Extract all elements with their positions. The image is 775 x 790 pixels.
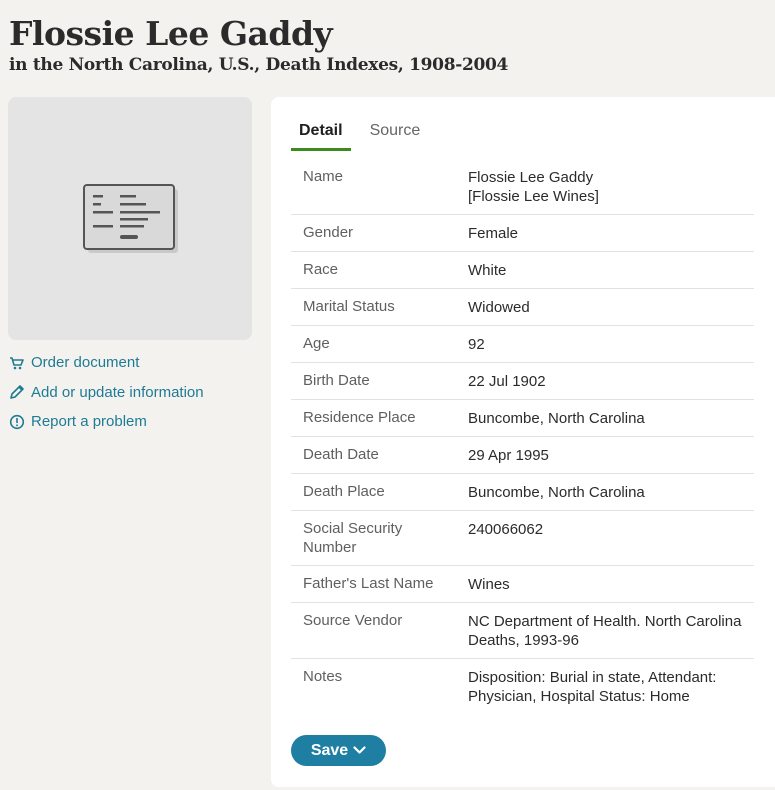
document-card-icon <box>83 183 178 253</box>
detail-label: Father's Last Name <box>303 575 434 592</box>
detail-tabs: Detail Source <box>291 115 439 151</box>
record-thumbnail[interactable] <box>8 97 252 340</box>
save-button[interactable]: Save <box>291 735 386 766</box>
detail-value: NC Department of Health. North Carolina … <box>468 613 742 649</box>
detail-label: Birth Date <box>303 372 370 389</box>
detail-row: Death Date 29 Apr 1995 <box>291 437 754 474</box>
detail-label: Age <box>303 335 330 352</box>
detail-value: 92 <box>468 336 485 353</box>
detail-value: Buncombe, North Carolina <box>468 410 645 427</box>
detail-value: Wines <box>468 576 510 593</box>
pencil-icon <box>9 384 25 400</box>
detail-label: Marital Status <box>303 298 395 315</box>
tab-detail[interactable]: Detail <box>291 115 351 151</box>
chevron-down-icon <box>353 746 366 755</box>
detail-row: Marital Status Widowed <box>291 289 754 326</box>
cart-icon <box>9 355 25 371</box>
detail-value: Flossie Lee Gaddy [Flossie Lee Wines] <box>468 169 599 205</box>
save-label: Save <box>310 741 349 759</box>
add-update-info-link[interactable]: Add or update information <box>9 378 204 408</box>
order-document-link[interactable]: Order document <box>9 348 204 378</box>
record-detail-panel: Detail Source Name Flossie Lee Gaddy [Flo… <box>271 97 775 787</box>
detail-row: Name Flossie Lee Gaddy [Flossie Lee Wines… <box>291 159 754 215</box>
detail-label: Death Place <box>303 483 385 500</box>
report-problem-label: Report a problem <box>31 413 147 431</box>
collection-subtitle: in the North Carolina, U.S., Death Index… <box>9 55 509 75</box>
detail-value: Buncombe, North Carolina <box>468 484 645 501</box>
detail-row: Social Security Number 240066062 <box>291 511 754 566</box>
detail-row: Age 92 <box>291 326 754 363</box>
detail-value: 22 Jul 1902 <box>468 373 546 390</box>
detail-row: Birth Date 22 Jul 1902 <box>291 363 754 400</box>
detail-row: Father's Last Name Wines <box>291 566 754 603</box>
detail-value: White <box>468 262 507 279</box>
detail-label: Name <box>303 168 344 185</box>
detail-label: Notes <box>303 668 343 685</box>
detail-value: 240066062 <box>468 521 544 538</box>
detail-row: Notes Disposition: Burial in state, Atten… <box>291 659 754 714</box>
report-problem-link[interactable]: Report a problem <box>9 407 204 437</box>
detail-value: 29 Apr 1995 <box>468 447 549 464</box>
tab-source[interactable]: Source <box>362 115 429 151</box>
detail-row: Race White <box>291 252 754 289</box>
detail-row: Gender Female <box>291 215 754 252</box>
detail-value: Widowed <box>468 299 530 316</box>
order-document-label: Order document <box>31 354 140 372</box>
detail-label: Race <box>303 261 339 278</box>
detail-row: Death Place Buncombe, North Carolina <box>291 474 754 511</box>
record-header: Flossie Lee Gaddy in the North Carolina,… <box>9 14 508 76</box>
detail-value: Disposition: Burial in state, Attendant:… <box>468 669 717 705</box>
add-update-info-label: Add or update information <box>31 383 204 401</box>
record-actions: Order document Add or update information… <box>9 348 204 437</box>
detail-label: Social Security Number <box>303 520 403 556</box>
detail-label: Residence Place <box>303 409 416 426</box>
detail-table: Name Flossie Lee Gaddy [Flossie Lee Wines… <box>291 159 754 714</box>
alert-circle-icon <box>9 414 25 430</box>
detail-label: Source Vendor <box>303 612 403 629</box>
page-title: Flossie Lee Gaddy <box>9 14 333 53</box>
detail-row: Source Vendor NC Department of Health. No… <box>291 603 754 659</box>
detail-row: Residence Place Buncombe, North Carolina <box>291 400 754 437</box>
detail-label: Gender <box>303 224 354 241</box>
detail-label: Death Date <box>303 446 379 463</box>
detail-value: Female <box>468 225 519 242</box>
